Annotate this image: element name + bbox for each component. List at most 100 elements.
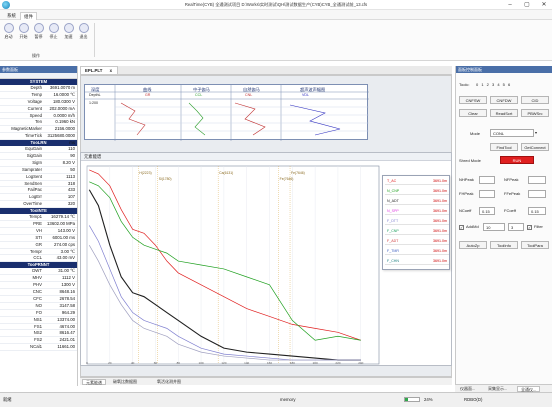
ribbon-button-launch[interactable]: 启动: [2, 23, 15, 40]
legend-row[interactable]: T_AC 3691.0m: [385, 178, 449, 185]
parameter-name: MagneticMarker: [11, 126, 42, 132]
menu-tab-components[interactable]: 组件: [20, 12, 37, 20]
legend-row[interactable]: F_DTT 3691.0m: [385, 218, 449, 225]
close-button[interactable]: ✕: [539, 1, 549, 9]
find-tool-button[interactable]: FindTool: [490, 143, 518, 151]
parameter-name: VH: [36, 227, 42, 233]
menu-tab-system[interactable]: 系统: [4, 12, 19, 20]
parameter-value: 4674.00: [59, 323, 75, 329]
parameter-value: 8616.47: [59, 330, 75, 336]
legend-row[interactable]: N_ADT 3691.0m: [385, 198, 449, 205]
parameter-name: GR: [35, 241, 42, 247]
parameter-value: 202.0000 mA: [49, 105, 75, 111]
parameter-value: 3.00 ℃: [60, 248, 75, 254]
ncoeff-label: NCoeff: [459, 208, 472, 213]
parameter-value: 143.00 V: [57, 227, 75, 233]
parameter-row: Voltage 180.0300 V: [0, 99, 77, 106]
bottom-tab-oxygen-activation[interactable]: 氧活化测井图: [154, 379, 184, 385]
clear-button[interactable]: Clear: [459, 109, 487, 117]
parameter-name: PHV: [33, 282, 42, 288]
get-connect-button[interactable]: GetConnect: [521, 143, 549, 151]
parameter-row: OverTime 320: [0, 201, 77, 209]
ribbon-button-start[interactable]: 开始: [17, 23, 30, 40]
legend-series-name: F_CHN: [387, 259, 399, 263]
tab-close-icon[interactable]: x: [110, 68, 112, 73]
play-icon: [3, 23, 14, 33]
stop-icon: [48, 23, 59, 33]
parameter-value: 3125680.0000 ms: [47, 133, 75, 146]
cnfdw-button[interactable]: CNFDW: [490, 96, 518, 104]
bottom-tab-co-ratio[interactable]: 碳氧比数据图: [110, 379, 140, 385]
legend-series-name: F_DTT: [387, 219, 399, 223]
maximize-button[interactable]: ▢: [522, 1, 532, 9]
legend-series-name: F_TMR: [387, 249, 399, 253]
ribbon-button-exit[interactable]: 退出: [77, 23, 90, 40]
read-script-button[interactable]: ReadScrt: [490, 109, 518, 117]
parameter-panel-title: 参数面板: [0, 66, 77, 73]
mode-select[interactable]: CONL: [490, 129, 534, 137]
ribbon-button-stop[interactable]: 停止: [47, 23, 60, 40]
cnfsw-button[interactable]: CNFSW: [459, 96, 487, 104]
legend-series-name: N_SPP: [387, 209, 399, 213]
legend-row[interactable]: F_CNP 3691.0m: [385, 228, 449, 235]
addmode-input[interactable]: 10: [483, 223, 505, 231]
nfpeak-input[interactable]: [528, 176, 546, 184]
run-status-button[interactable]: RUN: [500, 156, 534, 164]
document-tab[interactable]: EPL.PLT x: [80, 66, 118, 74]
ribbon-button-pause[interactable]: 暂停: [32, 23, 45, 40]
element-marker-label: H(2223): [139, 171, 151, 175]
toolc-values[interactable]: 0 1 2 3 4 5 6: [476, 81, 511, 88]
ribbon-group-label: 操作: [32, 53, 40, 58]
start-icon: [18, 23, 29, 33]
tool-info-button[interactable]: ToolInfo: [490, 241, 518, 249]
parameter-name: SigGain: [26, 153, 42, 159]
x-tick-label: 40: [131, 361, 135, 365]
chart-window-title: 元素能谱: [81, 153, 451, 161]
bottom-tab-spectrum[interactable]: 元素能谱: [82, 379, 106, 385]
legend-row[interactable]: N_SPP 3691.0m: [385, 208, 449, 215]
nhpeak-input[interactable]: [479, 176, 495, 184]
parameter-row: CFC 2678.54: [0, 296, 77, 303]
legend-row[interactable]: F_CHN 3691.0m: [385, 258, 449, 265]
legend-series-value: 3691.0m: [433, 219, 447, 223]
parameter-row: Depth 3691.0070 m: [0, 85, 77, 92]
parameter-panel: 参数面板 SYSTEM Depth 3691.0070 m Temp 16.0000 ℃…: [0, 66, 78, 386]
parameter-value: 3147.58: [59, 302, 75, 308]
addmode-spinner[interactable]: 3: [508, 223, 524, 231]
addmode-checkbox[interactable]: ✓: [459, 225, 464, 230]
ffepeak-input[interactable]: [528, 190, 546, 198]
parameter-row: Tempr 3.00 ℃: [0, 249, 77, 256]
menu-bar: 系统 组件: [0, 10, 552, 20]
tool-para-button[interactable]: ToolPara: [521, 241, 549, 249]
parameter-value: 107: [67, 194, 75, 200]
parameter-value: 964.29: [61, 309, 75, 315]
spectrum-chart-window: 元素能谱 H(2223) Si(1780) Ca(6131) Fe(7646) Fe(7…: [80, 152, 452, 366]
fhpeak-input[interactable]: [479, 190, 495, 198]
cid-button[interactable]: CID: [521, 96, 549, 104]
chevron-down-icon[interactable]: ▾: [535, 129, 537, 136]
log-track-table: 深度 曲线 中子伽马 自然伽马 超声波声幅图 DepthL GR CCL CNL…: [84, 84, 369, 141]
parameter-value: 318: [67, 180, 75, 186]
parameter-list: SYSTEM Depth 3691.0070 m Temp 16.0000 ℃ Volta…: [0, 79, 77, 352]
parameter-name: Tempr: [30, 248, 42, 254]
legend-series-value: 3691.0m: [433, 229, 447, 233]
ribbon-button-speed[interactable]: 加速: [62, 23, 75, 40]
pbw-source-button[interactable]: PBWSrc: [521, 109, 549, 117]
parameter-value: 13602.00 MPa: [47, 221, 75, 227]
ncoeff-input[interactable]: 0.15: [479, 207, 495, 215]
ribbon-label: 停止: [49, 34, 58, 39]
title-bar: RealTime(CYB) 全通测试项目 D:\Works\实时测试\QH\测试…: [0, 0, 552, 10]
parameter-row: LogSent 1113: [0, 174, 77, 181]
parameter-name: SendSen: [24, 180, 42, 186]
parameter-value: 110: [68, 146, 75, 152]
fcoeff-input[interactable]: 0.15: [528, 207, 546, 215]
legend-row[interactable]: F_ADT 3691.0m: [385, 238, 449, 245]
auto-zero-button[interactable]: AutoZp: [459, 241, 487, 249]
ribbon-separator: [94, 23, 95, 57]
minimize-button[interactable]: –: [505, 1, 515, 9]
pause-icon: [33, 23, 44, 33]
filter-checkbox[interactable]: ✓: [527, 225, 532, 230]
legend-row[interactable]: F_TMR 3691.0m: [385, 248, 449, 255]
parameter-name: MHV: [32, 275, 42, 281]
legend-row[interactable]: N_CNP 3691.0m: [385, 188, 449, 195]
